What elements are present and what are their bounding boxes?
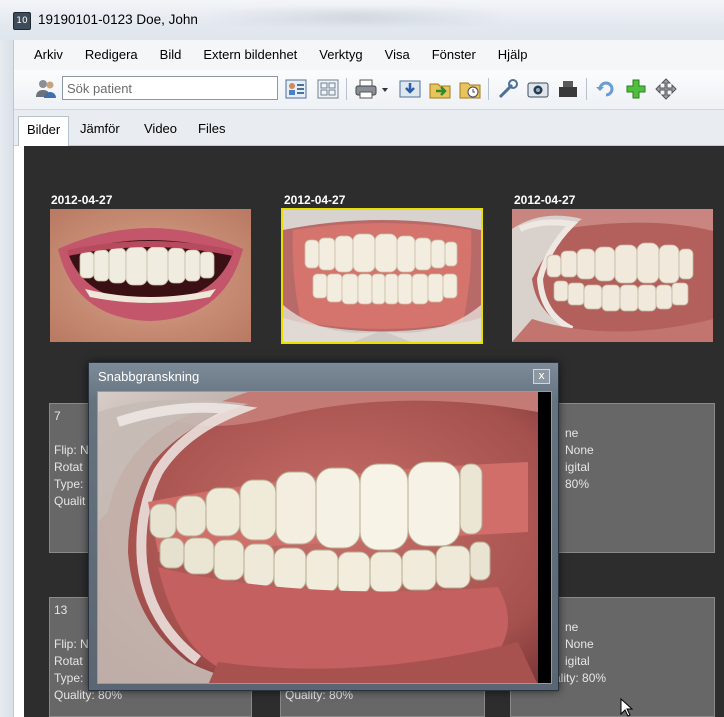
menu-bild[interactable]: Bild <box>149 40 193 70</box>
camera-icon[interactable] <box>526 77 550 101</box>
toolbar-separator <box>586 78 587 100</box>
menu-arkiv[interactable]: Arkiv <box>14 40 74 70</box>
print-dropdown-icon[interactable] <box>380 77 390 101</box>
folder-icon[interactable] <box>458 77 482 101</box>
thumbnail-lateral-retracted[interactable] <box>512 209 713 342</box>
info-line: None <box>565 443 594 457</box>
print-icon[interactable] <box>354 77 378 101</box>
thumbnail-frontal-retracted-selected[interactable] <box>281 208 483 344</box>
add-icon[interactable] <box>624 77 648 101</box>
search-patient-input[interactable] <box>62 76 278 100</box>
quickview-title: Snabbgranskning <box>98 369 200 384</box>
quickview-image[interactable] <box>97 391 552 684</box>
menu-fonster[interactable]: Fönster <box>421 40 487 70</box>
toolbar-separator <box>346 78 347 100</box>
tab-files[interactable]: Files <box>190 116 233 146</box>
thumbnail-date: 2012-04-27 <box>514 193 576 207</box>
tab-video[interactable]: Video <box>136 116 185 146</box>
import-icon[interactable] <box>398 77 422 101</box>
thumbnail-date: 2012-04-27 <box>51 193 113 207</box>
close-icon[interactable]: x <box>533 369 550 384</box>
info-line: None <box>565 637 594 651</box>
grid-view-icon[interactable] <box>316 77 340 101</box>
title-bar-blur <box>205 10 505 24</box>
tab-bilder[interactable]: Bilder <box>18 116 70 146</box>
menu-verktyg[interactable]: Verktyg <box>308 40 373 70</box>
menu-hjalp[interactable]: Hjälp <box>487 40 539 70</box>
tab-jamfor[interactable]: Jämför <box>72 116 128 146</box>
patient-card-icon[interactable] <box>284 77 308 101</box>
menu-redigera[interactable]: Redigera <box>74 40 149 70</box>
window-title: 19190101-0123 Doe, John <box>38 12 198 27</box>
menu-extern-bildenhet[interactable]: Extern bildenhet <box>192 40 308 70</box>
app-icon: 10 <box>13 12 31 30</box>
move-icon[interactable] <box>654 77 678 101</box>
export-icon[interactable] <box>428 77 452 101</box>
scanner-icon[interactable] <box>556 77 580 101</box>
rotate-icon[interactable] <box>594 77 618 101</box>
thumbnail-frontal-smile[interactable] <box>50 209 251 342</box>
info-line: igital <box>565 654 590 668</box>
title-bar: 10 19190101-0123 Doe, John <box>0 0 724 40</box>
menu-bar: Arkiv Redigera Bild Extern bildenhet Ver… <box>14 40 724 70</box>
thumbnail-date: 2012-04-27 <box>284 193 346 207</box>
toolbar <box>14 70 724 110</box>
wrench-icon[interactable] <box>496 77 520 101</box>
quickview-window[interactable]: Snabbgranskning x <box>88 362 559 691</box>
window-left-border <box>0 40 14 717</box>
tab-bar: Bilder Jämför Video Files <box>14 110 724 146</box>
mouse-cursor-icon <box>620 698 634 717</box>
content-border <box>14 146 24 717</box>
info-line: igital <box>565 460 590 474</box>
toolbar-separator <box>488 78 489 100</box>
patient-icon[interactable] <box>34 77 58 101</box>
info-line: ne <box>565 426 579 440</box>
info-line: 80% <box>565 477 590 491</box>
info-line: Quality: 80% <box>538 671 607 685</box>
info-line: ne <box>565 620 579 634</box>
menu-visa[interactable]: Visa <box>374 40 421 70</box>
